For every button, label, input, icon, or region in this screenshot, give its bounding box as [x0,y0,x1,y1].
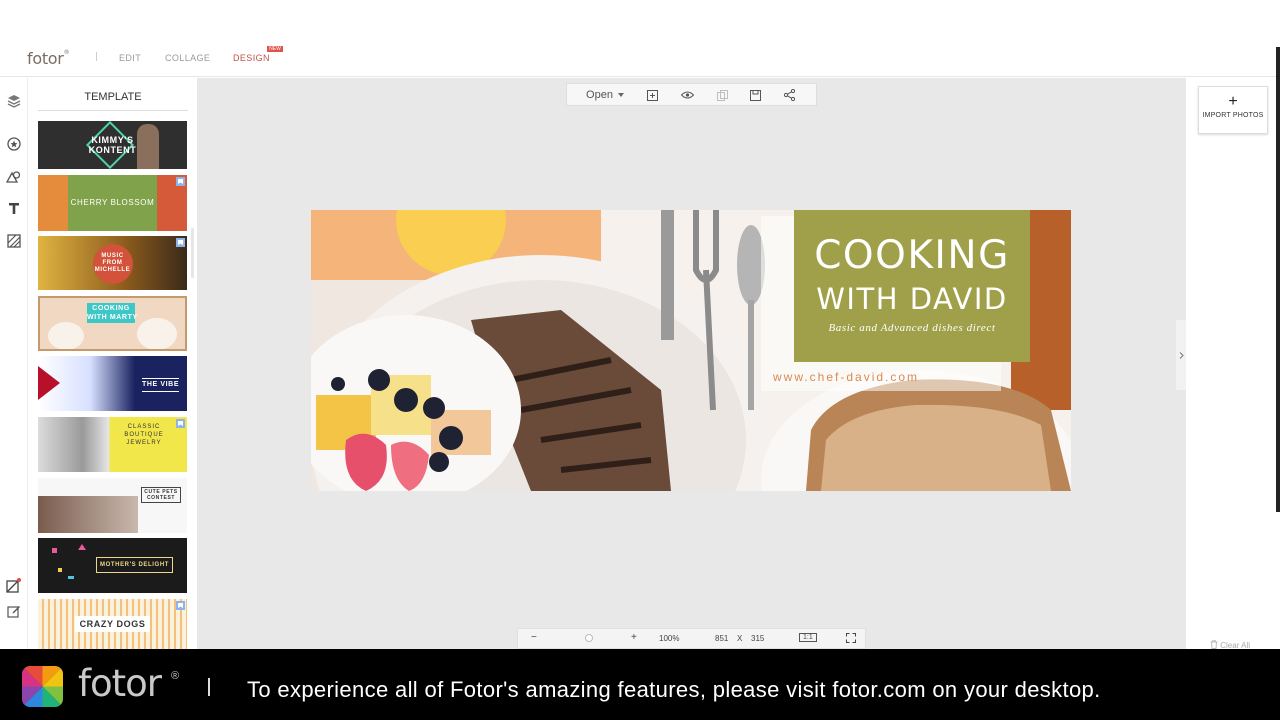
zoom-level: 100% [659,634,680,643]
open-label: Open [586,89,613,101]
template-thumbnail[interactable]: KIMMY'S KONTENT [38,121,187,169]
template-thumbnail[interactable]: MUSIC FROM MICHELLE [38,236,187,290]
new-badge: NEW [267,46,283,52]
panel-title: TEMPLATE [38,91,188,111]
thumb-photo [48,322,84,349]
template-thumbnail[interactable]: CLASSIC BOUTIQUE JEWELRY [38,417,187,472]
template-thumbnail[interactable]: CHERRY BLOSSOM [38,175,187,231]
fotor-logo[interactable]: fotor® [27,49,70,68]
template-title: CRAZY DOGS [74,616,151,632]
nav-design[interactable]: DESIGN [233,53,270,63]
tool-rail [0,78,28,649]
text-icon[interactable] [5,200,22,217]
zoom-bar: − + 100% 851 X 315 1:1 [517,628,866,649]
preview-icon[interactable] [680,88,694,102]
thumb-decoration [38,366,60,400]
trash-icon [1210,640,1218,649]
chevron-down-icon [617,93,624,97]
page-scrollbar[interactable] [1276,47,1280,512]
footer-divider [208,678,210,696]
footer-registered-mark: ® [171,670,180,682]
edit-icon[interactable] [5,602,22,619]
canvas-width: 851 [715,634,729,643]
thumb-decoration [52,548,57,553]
title-box[interactable]: COOKING WITH DAVID Basic and Advanced di… [794,210,1030,362]
template-title: CUTE PETS CONTEST [141,487,181,503]
nav-edit[interactable]: EDIT [119,53,141,63]
template-title: COOKING WITH MARTY [87,303,138,323]
share-icon[interactable] [782,88,796,102]
thumb-decoration [78,544,86,550]
template-thumbnail[interactable]: COOKING WITH MARTY [38,296,187,351]
import-photos-button[interactable]: + IMPORT PHOTOS [1198,86,1268,134]
zoom-in-button[interactable]: + [631,632,637,643]
plus-icon: + [1228,93,1238,110]
top-navigation: fotor® EDIT COLLAGE DESIGN NEW [0,0,1280,77]
template-thumbnail[interactable]: CRAZY DOGS [38,599,187,649]
logo-text: fotor [27,49,64,68]
right-panel: + IMPORT PHOTOS Clear All [1186,78,1280,650]
template-thumbnail[interactable]: MOTHER'S DELIGHT [38,538,187,593]
template-title: THE VIBE [142,378,180,392]
template-title: CHERRY BLOSSOM [70,198,155,207]
open-dropdown[interactable]: Open [583,88,627,102]
shapes-icon[interactable] [5,168,22,185]
thumb-decoration [58,568,62,572]
nav-divider [96,52,97,61]
banner-url[interactable]: www.chef-david.com [773,370,919,384]
logo-registered-mark: ® [63,49,70,56]
fullscreen-icon[interactable] [846,633,856,645]
side-panel-toggle[interactable] [1176,320,1186,390]
fotor-logo-mark [22,666,63,707]
sticker-icon[interactable] [5,135,22,152]
import-photos-label: IMPORT PHOTOS [1202,112,1264,119]
actual-size-button[interactable]: 1:1 [799,633,817,642]
thumb-person [137,124,159,169]
thumb-decoration [68,576,74,579]
thumb-photo [38,496,138,533]
thumb-photo [38,175,68,231]
new-design-icon[interactable] [5,577,22,594]
add-page-icon[interactable] [645,88,659,102]
template-title: KIMMY'S KONTENT [88,135,137,155]
canvas-toolbar: Open [566,83,817,106]
favorite-icon[interactable] [176,177,185,186]
banner-title-line2: WITH DAVID [816,282,1008,316]
template-panel: TEMPLATE KIMMY'S KONTENT CHERRY BLOSSOM … [28,78,197,649]
canvas-height: 315 [751,634,765,643]
dimension-separator: X [737,634,743,643]
footer-logo-text: fotor [78,662,162,705]
zoom-slider-handle[interactable] [585,634,593,642]
promo-footer: fotor ® To experience all of Fotor's ama… [0,649,1280,720]
favorite-icon[interactable] [176,419,185,428]
template-thumbnail[interactable]: CUTE PETS CONTEST [38,478,187,533]
footer-message: To experience all of Fotor's amazing fea… [247,677,1101,702]
template-title: MUSIC FROM MICHELLE [94,252,131,273]
banner-tagline: Basic and Advanced dishes direct [828,322,996,334]
nav-collage[interactable]: COLLAGE [165,53,210,63]
banner-title-line1: COOKING [814,233,1010,278]
layers-icon[interactable] [5,92,22,109]
copy-icon [715,88,729,102]
banner-canvas[interactable]: COOKING WITH DAVID Basic and Advanced di… [311,210,1071,491]
chevron-right-icon [1179,351,1184,359]
background-icon[interactable] [5,232,22,249]
panel-scrollbar[interactable] [191,228,194,278]
thumb-photo [137,318,177,349]
zoom-out-button[interactable]: − [531,632,537,643]
save-icon[interactable] [748,88,762,102]
template-title: CLASSIC BOUTIQUE JEWELRY [124,424,164,446]
favorite-icon[interactable] [176,601,185,610]
favorite-icon[interactable] [176,238,185,247]
template-title: MOTHER'S DELIGHT [96,557,174,573]
template-thumbnail[interactable]: THE VIBE [38,356,187,411]
